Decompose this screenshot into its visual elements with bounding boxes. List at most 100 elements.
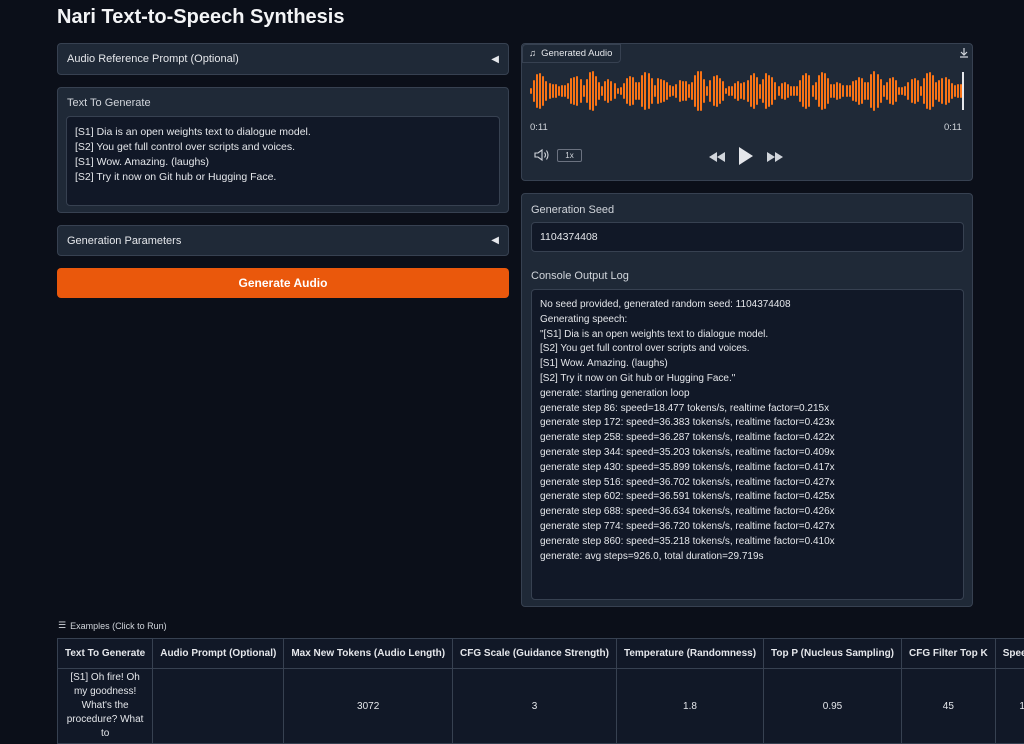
playback-speed-label: 1x	[565, 151, 573, 160]
table-cell[interactable]: 0.95	[764, 669, 902, 744]
generation-parameters-accordion[interactable]: Generation Parameters ◀	[57, 225, 509, 256]
column-header: Top P (Nucleus Sampling)	[764, 639, 902, 669]
waveform-bar	[703, 79, 705, 102]
rewind-icon[interactable]	[708, 150, 726, 168]
text-to-generate-input[interactable]: [S1] Dia is an open weights text to dial…	[66, 116, 500, 206]
waveform-bar	[901, 87, 903, 94]
waveform-bar	[799, 80, 801, 102]
table-cell[interactable]: 1	[995, 669, 1024, 744]
waveform-bar	[694, 75, 696, 107]
waveform-bar	[740, 83, 742, 100]
waveform-bar	[904, 86, 906, 97]
log-line: generate step 172: speed=36.383 tokens/s…	[540, 416, 955, 431]
log-line: generate step 602: speed=36.591 tokens/s…	[540, 490, 955, 505]
waveform-bar	[669, 85, 671, 97]
waveform-bar	[839, 83, 841, 100]
playback-speed-button[interactable]: 1x	[557, 149, 582, 162]
volume-icon[interactable]	[534, 148, 550, 167]
waveform-bar	[790, 86, 792, 95]
waveform-bar	[697, 71, 699, 111]
collapse-caret-icon[interactable]: ◀	[491, 235, 499, 246]
column-header: CFG Filter Top K	[902, 639, 996, 669]
waveform-bar	[886, 82, 888, 101]
waveform-bar	[573, 77, 575, 104]
waveform-bar	[929, 72, 931, 111]
waveform-bar	[778, 86, 780, 96]
table-cell[interactable]	[153, 669, 284, 744]
table-cell[interactable]: [S1] Oh fire! Oh my goodness! What's the…	[58, 669, 153, 744]
waveform-bar	[923, 78, 925, 104]
audio-reference-accordion[interactable]: Audio Reference Prompt (Optional) ◀	[57, 43, 509, 75]
waveform-bar	[787, 84, 789, 98]
waveform-bar	[846, 85, 848, 97]
table-cell[interactable]: 45	[902, 669, 996, 744]
text-line: [S1] Dia is an open weights text to dial…	[75, 125, 491, 140]
waveform-bar	[623, 83, 625, 99]
table-cell[interactable]: 3	[453, 669, 617, 744]
waveform-bar	[552, 84, 554, 97]
waveform-bar	[595, 76, 597, 105]
log-line: generate: starting generation loop	[540, 387, 955, 402]
table-cell[interactable]: 1.8	[616, 669, 763, 744]
waveform-bar	[663, 80, 665, 103]
generation-seed-input[interactable]: 1104374408	[531, 222, 964, 252]
waveform-bar	[954, 85, 956, 96]
generate-audio-button[interactable]: Generate Audio	[57, 268, 509, 298]
waveform-bar	[812, 85, 814, 97]
text-to-generate-label: Text To Generate	[67, 97, 151, 109]
music-note-icon: ♫	[529, 48, 536, 59]
console-output-log[interactable]: No seed provided, generated random seed:…	[531, 289, 964, 600]
waveform-bar	[880, 79, 882, 104]
waveform-bar	[793, 86, 795, 97]
collapse-caret-icon[interactable]: ◀	[491, 54, 499, 65]
log-line: "[S1] Dia is an open weights text to dia…	[540, 328, 955, 343]
log-line: Generating speech:	[540, 313, 955, 328]
waveform-bar	[753, 73, 755, 108]
waveform-bar	[716, 75, 718, 107]
waveform-bar	[731, 86, 733, 96]
waveform-bar	[549, 83, 551, 99]
waveform[interactable]	[530, 70, 964, 112]
waveform-bar	[651, 78, 653, 103]
waveform-bar	[861, 78, 863, 104]
waveform-bar	[870, 74, 872, 107]
waveform-bar	[898, 87, 900, 96]
waveform-bar	[688, 84, 690, 97]
waveform-bar	[598, 82, 600, 100]
waveform-bar	[539, 73, 541, 109]
play-icon[interactable]	[738, 146, 754, 171]
waveform-bar	[648, 73, 650, 109]
waveform-bar	[938, 80, 940, 102]
waveform-bar	[635, 82, 637, 99]
time-current: 0:11	[530, 122, 548, 133]
fast-forward-icon[interactable]	[766, 150, 784, 168]
waveform-bar	[750, 75, 752, 108]
waveform-bar	[610, 81, 612, 102]
log-line: generate step 688: speed=36.634 tokens/s…	[540, 505, 955, 520]
waveform-bar	[734, 83, 736, 99]
playhead[interactable]	[962, 72, 964, 110]
waveform-bar	[771, 77, 773, 105]
waveform-bar	[719, 78, 721, 105]
column-header: Max New Tokens (Audio Length)	[284, 639, 453, 669]
waveform-bar	[747, 80, 749, 103]
table-row[interactable]: [S1] Oh fire! Oh my goodness! What's the…	[58, 669, 1024, 744]
waveform-bar	[629, 76, 631, 106]
waveform-bar	[920, 86, 922, 97]
waveform-bar	[666, 82, 668, 99]
waveform-bar	[561, 85, 563, 97]
waveform-bar	[917, 80, 919, 101]
waveform-bar	[614, 83, 616, 99]
download-icon[interactable]	[958, 46, 970, 58]
generation-seed-label: Generation Seed	[531, 204, 614, 216]
waveform-bar	[827, 78, 829, 104]
list-icon: ☰	[58, 620, 66, 631]
waveform-bar	[589, 72, 591, 110]
table-cell[interactable]: 3072	[284, 669, 453, 744]
waveform-bar	[821, 72, 823, 110]
log-line: No seed provided, generated random seed:…	[540, 298, 955, 313]
waveform-bar	[941, 78, 943, 103]
time-total: 0:11	[944, 122, 962, 133]
waveform-bar	[796, 86, 798, 97]
waveform-bar	[660, 79, 662, 103]
